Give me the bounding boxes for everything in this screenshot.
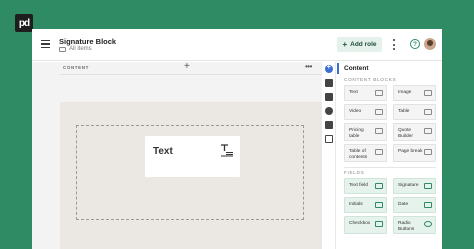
content-panel: Content CONTENT BLOCKS Text Image Video …: [322, 62, 442, 249]
text-block-card[interactable]: Text: [145, 136, 240, 177]
content-tab-icon[interactable]: [325, 64, 333, 73]
field-radio-buttons-label: Radio Buttons: [398, 221, 415, 232]
menu-icon[interactable]: [41, 40, 50, 48]
signature-icon: [424, 183, 432, 189]
block-table[interactable]: Table: [393, 104, 436, 120]
top-bar: Signature Block All items + Add role ?: [32, 29, 442, 61]
content-section-bar: CONTENT + •••: [60, 61, 322, 75]
more-options-icon[interactable]: [392, 39, 395, 50]
block-text-label: Text: [349, 90, 358, 95]
folder-icon: [59, 46, 66, 52]
roles-tab-icon[interactable]: [325, 79, 333, 87]
section-more-icon[interactable]: •••: [305, 62, 312, 71]
panel-divider: [344, 167, 436, 168]
block-page-break[interactable]: Page break: [393, 144, 436, 162]
page-section: Text: [60, 102, 322, 249]
field-date-label: Date: [398, 202, 409, 207]
radio-icon: [424, 221, 432, 227]
field-initials-label: Initials: [349, 202, 363, 207]
content-section-label: CONTENT: [63, 65, 89, 70]
breadcrumb[interactable]: All items: [59, 46, 92, 52]
date-icon: [424, 202, 432, 208]
panel-title: Content: [344, 65, 369, 72]
help-icon[interactable]: ?: [410, 39, 420, 49]
field-checkbox[interactable]: Checkbox: [344, 216, 387, 234]
block-toc-label: Table of contents: [349, 149, 368, 160]
field-signature-label: Signature: [398, 183, 419, 188]
add-person-icon: +: [342, 40, 348, 49]
pricing-table-icon: [375, 128, 383, 134]
field-checkbox-label: Checkbox: [349, 221, 371, 226]
block-quote-builder-label: Quote Builder: [398, 128, 413, 139]
content-blocks-label: CONTENT BLOCKS: [344, 78, 397, 83]
field-radio-buttons[interactable]: Radio Buttons: [393, 216, 436, 234]
field-text-field[interactable]: Text field: [344, 178, 387, 194]
block-image-label: Image: [398, 90, 412, 95]
table-icon: [424, 109, 432, 115]
document-title[interactable]: Signature Block: [59, 37, 116, 46]
block-pricing-table[interactable]: Pricing table: [344, 123, 387, 141]
toc-icon: [375, 149, 383, 155]
add-role-label: Add role: [350, 41, 377, 48]
drop-zone[interactable]: Text: [76, 125, 304, 220]
text-field-icon: [375, 183, 383, 189]
field-date[interactable]: Date: [393, 197, 436, 213]
block-quote-builder[interactable]: Quote Builder: [393, 123, 436, 141]
editor-window: Signature Block All items + Add role ? C…: [32, 29, 442, 249]
image-icon: [424, 90, 432, 96]
grid-tab-icon[interactable]: [325, 135, 333, 143]
panel-title-accent: [337, 63, 339, 74]
avatar[interactable]: [424, 38, 436, 50]
field-text-field-label: Text field: [349, 183, 368, 188]
block-video[interactable]: Video: [344, 104, 387, 120]
pandadoc-logo: pd: [15, 14, 33, 32]
video-icon: [375, 109, 383, 115]
block-image[interactable]: Image: [393, 85, 436, 101]
page-break-icon: [424, 149, 432, 155]
text-block-label: Text: [153, 146, 173, 157]
initials-icon: [375, 202, 383, 208]
field-initials[interactable]: Initials: [344, 197, 387, 213]
block-table-label: Table: [398, 109, 410, 114]
panel-header: Content: [336, 62, 442, 75]
block-pricing-table-label: Pricing table: [349, 128, 364, 139]
pricing-tab-icon[interactable]: [325, 107, 333, 115]
design-tab-icon[interactable]: [325, 121, 333, 129]
folder-name: All items: [69, 46, 92, 52]
block-text[interactable]: Text: [344, 85, 387, 101]
variables-tab-icon[interactable]: [325, 93, 333, 101]
block-page-break-label: Page break: [398, 149, 423, 154]
text-icon: [375, 90, 383, 96]
document-canvas: CONTENT + ••• Text: [32, 61, 322, 249]
block-video-label: Video: [349, 109, 362, 114]
text-block-icon: [221, 144, 233, 157]
add-role-button[interactable]: + Add role: [337, 37, 382, 52]
field-signature[interactable]: Signature: [393, 178, 436, 194]
block-table-of-contents[interactable]: Table of contents: [344, 144, 387, 162]
quote-builder-icon: [424, 128, 432, 134]
checkbox-icon: [375, 221, 383, 227]
fields-label: FIELDS: [344, 171, 365, 176]
add-block-icon[interactable]: +: [184, 61, 190, 72]
panel-rail: [322, 62, 336, 249]
